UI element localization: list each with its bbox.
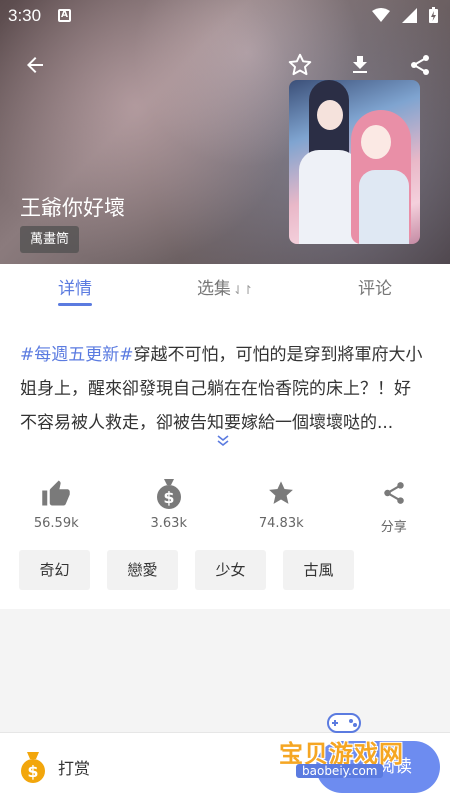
rating-count: 74.83k	[258, 516, 304, 531]
watermark-url: baobeiy.com	[296, 764, 384, 778]
cellular-signal-icon	[402, 7, 417, 23]
tab-chapters[interactable]: 选集 ⇃↾	[150, 264, 300, 314]
source-badge: 萬畫筒	[20, 226, 80, 253]
tab-bar: 详情 选集 ⇃↾ 评论	[0, 264, 450, 314]
download-icon	[353, 56, 367, 73]
battery-icon	[429, 7, 438, 23]
reward-label[interactable]: 打赏	[58, 755, 90, 779]
star-icon	[269, 481, 294, 504]
hero-header: 3:30 A 王爺你好壞 萬畫筒	[0, 0, 450, 264]
status-bar: 3:30 A	[0, 0, 450, 32]
share-button[interactable]	[402, 47, 438, 83]
wifi-icon	[372, 7, 390, 22]
stats-row: 56.59k $ 3.63k 74.83k 分享	[0, 476, 450, 546]
tip-button[interactable]: $ 3.63k	[113, 476, 226, 546]
tab-comments[interactable]: 评论	[300, 264, 450, 314]
rate-button[interactable]: 74.83k	[225, 476, 338, 546]
thumbs-up-icon	[42, 480, 70, 506]
svg-text:$: $	[27, 762, 38, 781]
site-watermark: 宝贝游戏网 baobeiy.com	[276, 706, 446, 786]
share-icon	[411, 55, 429, 75]
tip-count: 3.63k	[150, 516, 187, 531]
expand-chevron-icon[interactable]	[216, 434, 230, 452]
tab-details[interactable]: 详情	[0, 264, 150, 314]
money-bag-icon: $	[156, 479, 181, 509]
svg-text:$: $	[163, 488, 174, 507]
genre-chip[interactable]: 戀愛	[107, 550, 178, 590]
back-button[interactable]	[17, 47, 53, 83]
download-button[interactable]	[342, 47, 378, 83]
share-stat-button[interactable]: 分享	[338, 476, 450, 546]
back-arrow-icon	[27, 57, 43, 73]
genre-tags: 奇幻 戀愛 少女 古風	[19, 550, 354, 590]
genre-chip[interactable]: 古風	[283, 550, 354, 590]
share-icon	[384, 482, 404, 504]
cover-image	[289, 80, 420, 244]
notification-icon: A	[58, 9, 71, 22]
reward-button[interactable]: $	[18, 751, 48, 783]
sort-icon: ⇃↾	[232, 283, 254, 297]
like-count: 56.59k	[33, 516, 79, 531]
update-tag[interactable]: #每週五更新#	[20, 345, 134, 365]
star-outline-icon	[288, 53, 312, 76]
genre-chip[interactable]: 奇幻	[19, 550, 90, 590]
gold-money-bag-icon: $	[21, 752, 45, 783]
genre-chip[interactable]: 少女	[195, 550, 266, 590]
gamepad-icon	[327, 713, 361, 733]
description: #每週五更新#穿越不可怕，可怕的是穿到將軍府大小姐身上，醒來卻發現自己躺在在怡香…	[20, 338, 425, 440]
like-button[interactable]: 56.59k	[0, 476, 113, 546]
page-title: 王爺你好壞	[20, 196, 125, 220]
share-label: 分享	[380, 520, 407, 535]
favorite-button[interactable]	[282, 47, 318, 83]
status-time: 3:30	[8, 6, 42, 25]
